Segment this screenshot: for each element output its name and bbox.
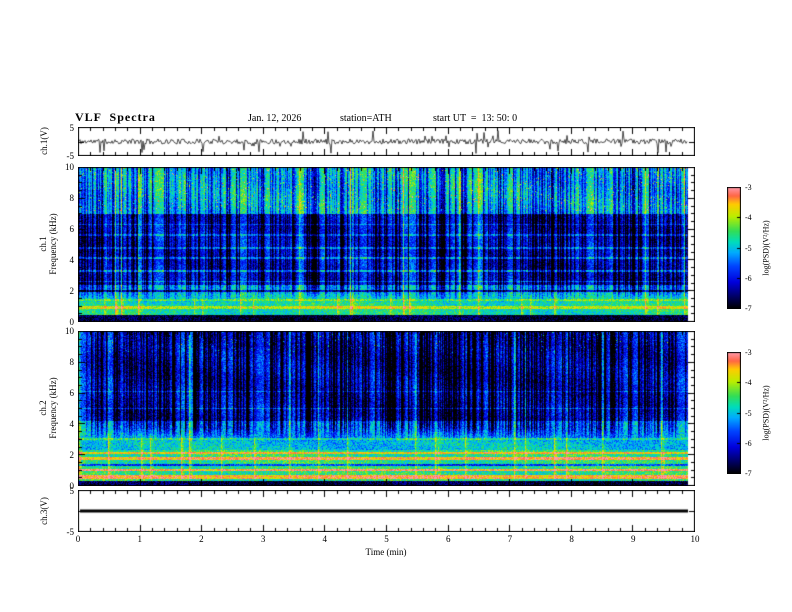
ch2-spectrogram-canvas	[78, 331, 695, 486]
start-ut-label: start UT = 13: 50: 0	[433, 113, 518, 124]
spec2-y-tick-label-6: 6	[69, 388, 75, 398]
ch1-voltage-axis-label: ch.1(V)	[39, 127, 49, 155]
cb2-tick-label--7: -7	[745, 469, 752, 478]
colorbar1-label: log(PSD)(V²/Hz)	[761, 220, 771, 276]
cb2-tick-label--6: -6	[745, 438, 752, 448]
x-tick-label-6: 6	[445, 534, 451, 544]
date-label: Jan. 12, 2026	[248, 113, 302, 124]
colorbar2-label: log(PSD)(V²/Hz)	[761, 385, 771, 441]
spec1-y-tick-label-8: 8	[69, 193, 75, 203]
ch3-waveform-canvas	[78, 490, 695, 532]
colorbar-ch1	[727, 187, 741, 309]
spec2-y-tick-label-2: 2	[69, 450, 75, 460]
x-tick-label-4: 4	[322, 534, 328, 544]
ch1-y-tick-label-neg5: -5	[66, 151, 75, 161]
x-tick-label-2: 2	[199, 534, 204, 544]
ch2-frequency-axis-label: ch.2 Frequency (kHz)	[38, 377, 58, 438]
cb1-tick-label--4: -4	[745, 213, 752, 223]
ch3-y-tick-label-neg5: -5	[66, 527, 75, 537]
x-tick-label-7: 7	[507, 534, 513, 544]
spec2-y-tick-label-10: 10	[65, 326, 74, 336]
cb1-tick-label--3: -3	[745, 183, 752, 192]
x-tick-label-5: 5	[384, 534, 389, 544]
ch3-voltage-axis-label: ch.3(V)	[39, 497, 49, 525]
spec1-y-tick-label-2: 2	[69, 286, 75, 296]
spec2-y-tick-label-8: 8	[69, 357, 75, 367]
spec1-y-tick-label-4: 4	[69, 255, 75, 265]
ch1-y-tick-label-5: 5	[69, 123, 75, 133]
x-tick-label-9: 9	[631, 534, 636, 544]
vlf-spectra-plot: VLF Spectra Jan. 12, 2026 station=ATH st…	[0, 0, 792, 612]
ch2-axis-channel-text: ch.2	[38, 400, 48, 416]
ch3-y-tick-label-5: 5	[69, 486, 75, 496]
cb1-tick-label--6: -6	[745, 273, 752, 283]
cb1-tick-label--7: -7	[745, 304, 752, 313]
spec1-y-tick-label-10: 10	[65, 162, 74, 172]
cb2-tick-label--4: -4	[745, 378, 752, 388]
ch1-axis-frequency-text: Frequency (kHz)	[48, 213, 58, 275]
ch1-spectrogram-canvas	[78, 167, 695, 322]
x-tick-label-8: 8	[569, 534, 574, 544]
x-tick-label-3: 3	[260, 534, 266, 544]
spec1-y-tick-label-6: 6	[69, 224, 75, 234]
x-tick-label-1: 1	[137, 534, 142, 544]
cb2-tick-label--3: -3	[745, 348, 752, 357]
colorbar-ch2	[727, 352, 741, 474]
cb2-tick-label--5: -5	[745, 408, 752, 418]
cb1-tick-label--5: -5	[745, 243, 752, 253]
ch1-waveform-canvas	[78, 127, 695, 156]
ch1-frequency-axis-label: ch.1 Frequency (kHz)	[38, 213, 58, 274]
ch2-axis-frequency-text: Frequency (kHz)	[48, 377, 58, 439]
spec2-y-tick-label-4: 4	[69, 419, 75, 429]
x-tick-label-10: 10	[690, 534, 700, 544]
plot-title: VLF Spectra	[75, 110, 156, 124]
ch1-axis-channel-text: ch.1	[38, 236, 48, 252]
station-label: station=ATH	[340, 113, 392, 124]
x-axis-label: Time (min)	[365, 547, 407, 557]
